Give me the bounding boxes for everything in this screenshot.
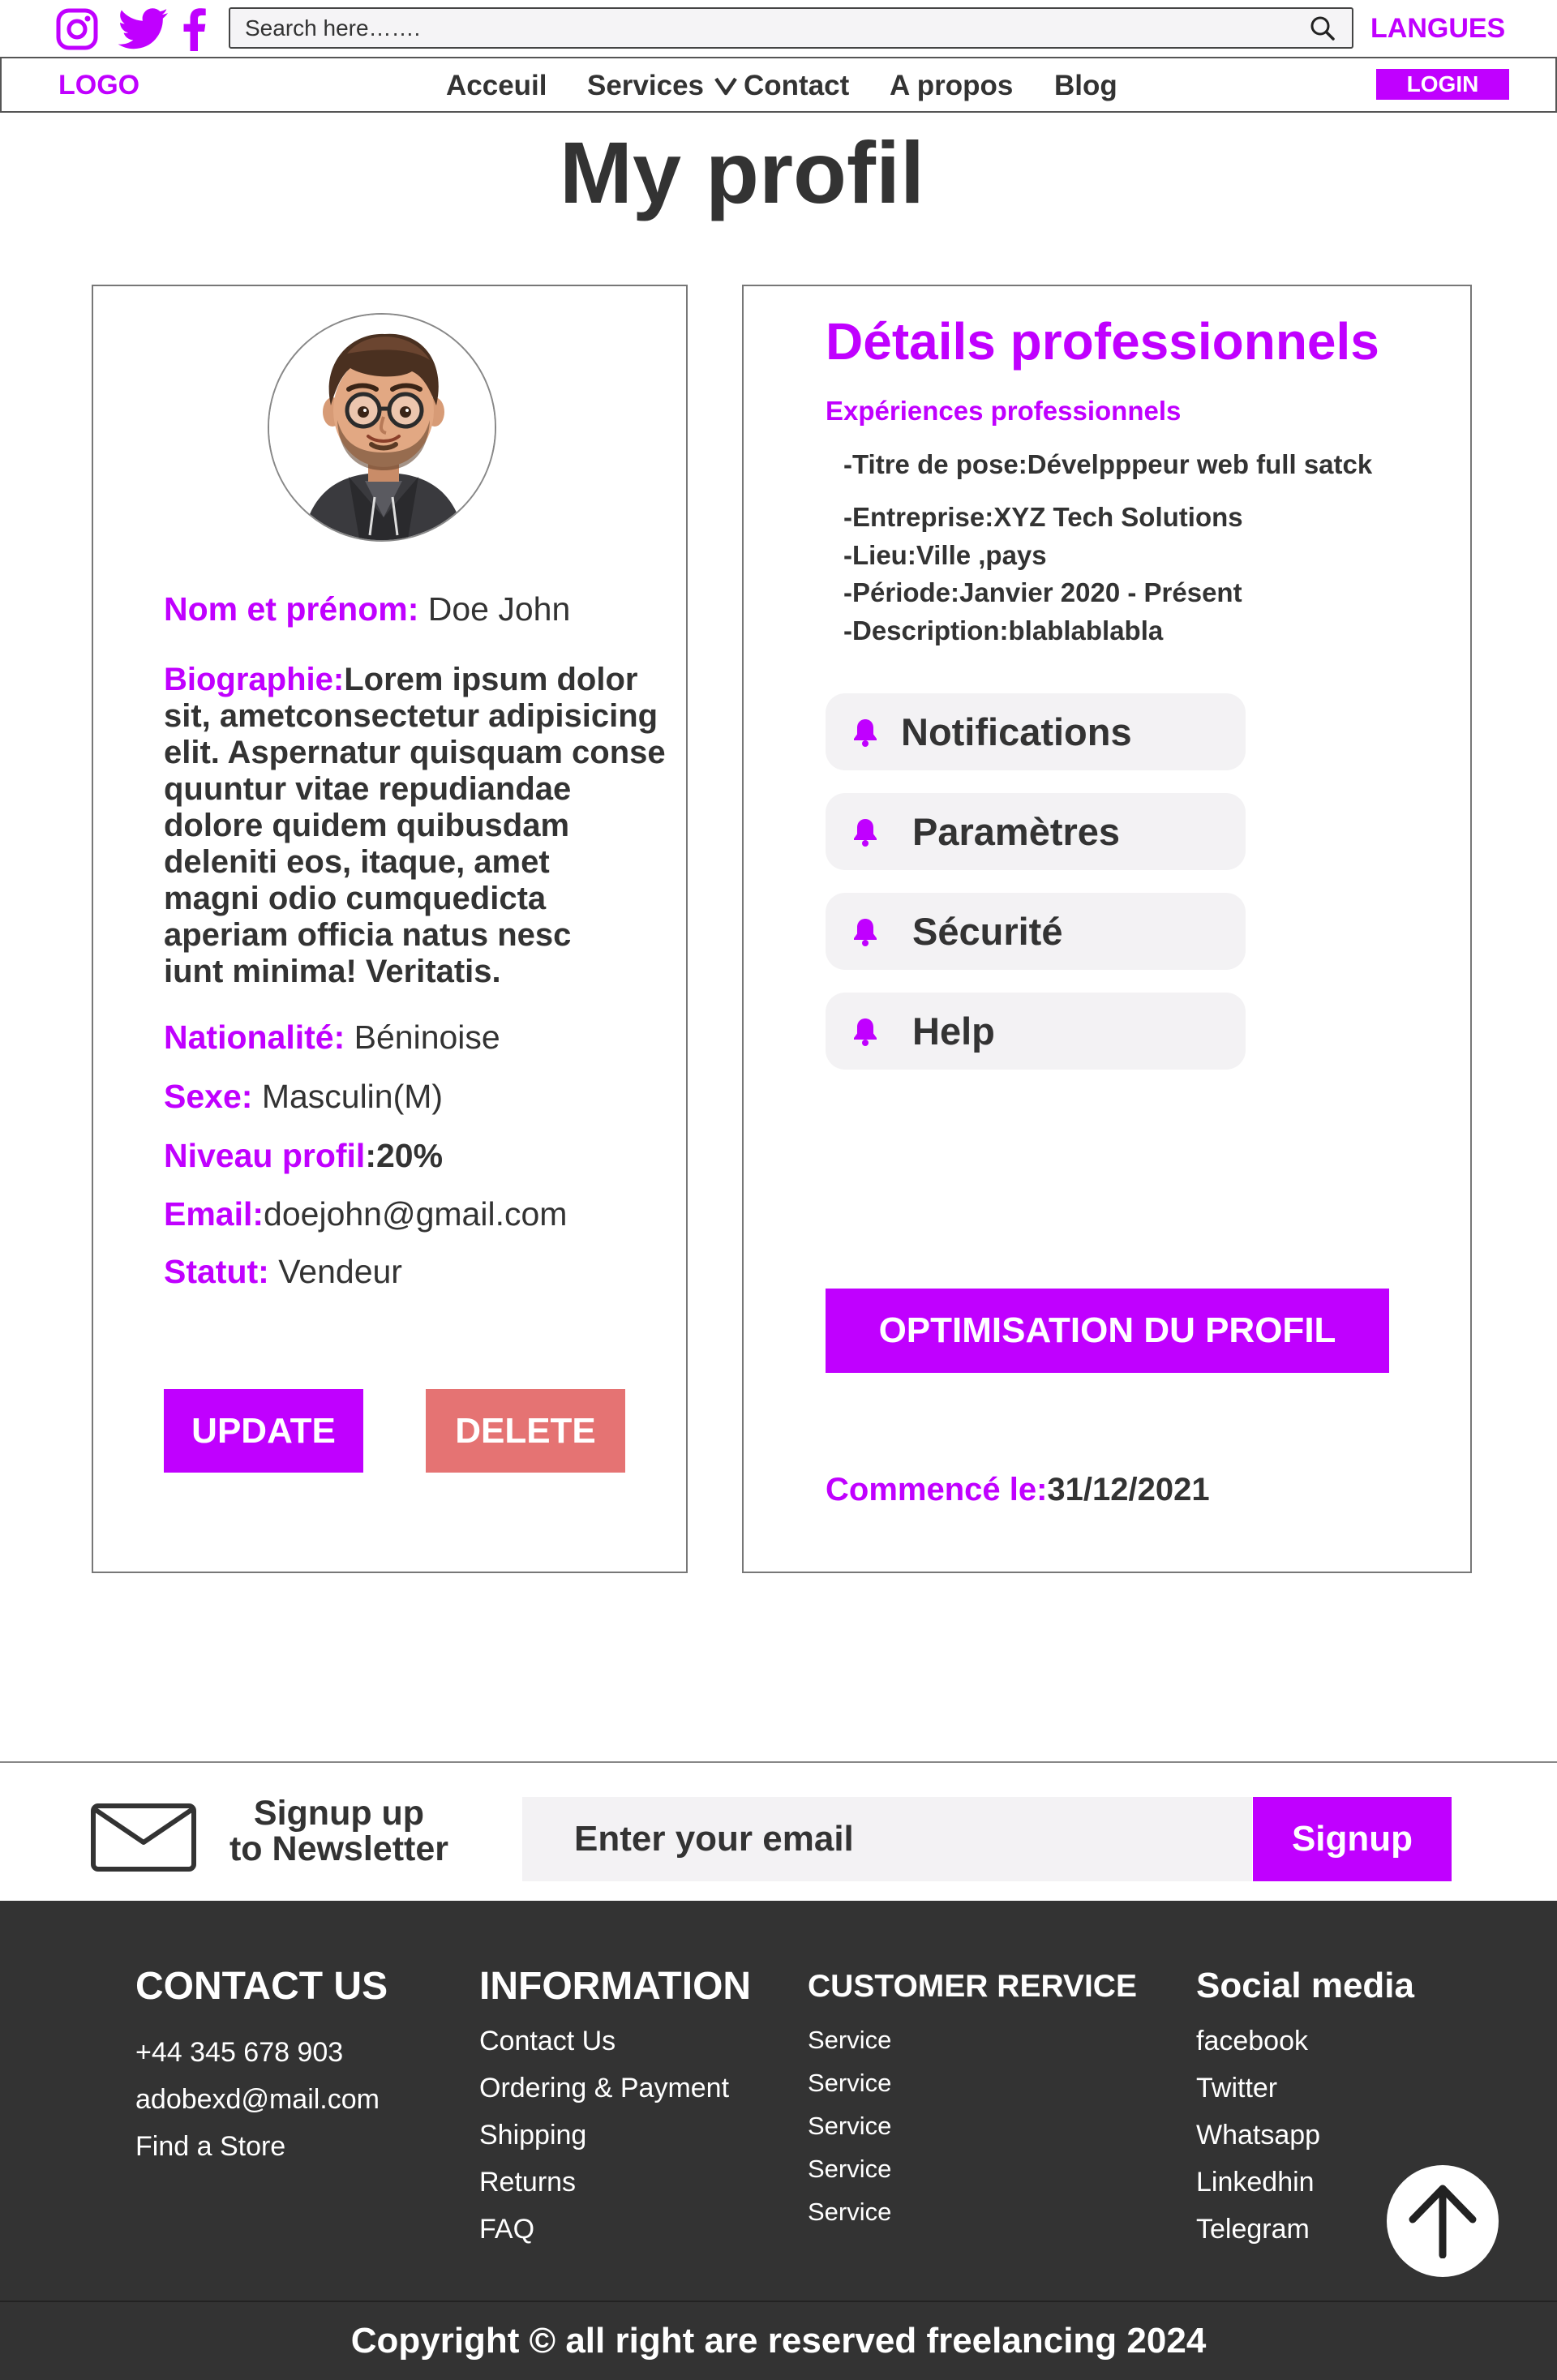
footer-service-link[interactable]: Service [808,2026,891,2055]
search-icon[interactable] [1310,15,1336,41]
bio-label: Biographie: [164,662,345,697]
sex-label: Sexe: [164,1078,253,1115]
newsletter-section: Signup up to Newsletter Signup [0,1761,1557,1901]
search-bar[interactable] [229,7,1353,49]
menu-help[interactable]: Help [826,993,1246,1070]
email-field: Email:doejohn@gmail.com [164,1195,567,1233]
footer-contact-email[interactable]: adobexd@mail.com [135,2084,380,2116]
sex-value: Masculin(M) [252,1078,444,1115]
footer-info-link[interactable]: Contact Us [479,2026,616,2057]
footer-social-link[interactable]: Whatsapp [1196,2120,1320,2151]
nav-a-propos[interactable]: A propos [890,70,1013,102]
page-title: My profil [560,123,924,221]
name-field: Nom et prénom: Doe John [164,590,570,628]
started-label: Commencé le: [826,1472,1048,1507]
experience-company-line: -Entreprise:XYZ Tech Solutions [843,502,1243,532]
footer-contact-title: CONTACT US [135,1965,388,2008]
menu-parametres[interactable]: Paramètres [826,793,1246,870]
back-to-top-button[interactable] [1387,2165,1499,2277]
envelope-icon [91,1803,196,1872]
menu-notifications-label: Notifications [901,710,1132,753]
bell-icon [850,916,881,947]
experience-title-line: -Titre de pose:Dévelpppeur web full satc… [843,449,1373,479]
footer-info-link[interactable]: FAQ [479,2214,534,2245]
sex-field: Sexe: Masculin(M) [164,1078,443,1116]
name-label: Nom et prénom: [164,590,419,628]
footer-service-link[interactable]: Service [808,2069,891,2098]
nav-services[interactable]: Services [587,70,738,104]
started-value: 31/12/2021 [1047,1472,1210,1507]
status-label: Statut: [164,1253,269,1290]
signup-button[interactable]: Signup [1253,1797,1452,1881]
menu-securite[interactable]: Sécurité [826,893,1246,970]
footer-info-link[interactable]: Shipping [479,2120,586,2151]
nav-contact[interactable]: Contact [744,70,849,102]
nationality-value: Béninoise [345,1018,500,1056]
arrow-up-icon [1406,2181,1479,2262]
nationality-label: Nationalité: [164,1018,345,1056]
footer-social-title: Social media [1196,1966,1415,2005]
search-input[interactable] [245,9,1299,47]
footer-social-link[interactable]: Telegram [1196,2214,1310,2245]
experience-period-line: -Période:Janvier 2020 - Présent [843,577,1242,607]
avatar [268,313,496,542]
logo[interactable]: LOGO [58,70,139,101]
footer-contact-phone[interactable]: +44 345 678 903 [135,2037,343,2069]
footer-social-link[interactable]: Twitter [1196,2073,1277,2104]
email-value: doejohn@gmail.com [264,1195,568,1233]
footer-service-link[interactable]: Service [808,2112,891,2141]
bell-icon [850,717,881,748]
footer-social-link[interactable]: Linkedhin [1196,2167,1315,2198]
nationality-field: Nationalité: Béninoise [164,1018,500,1057]
footer-information-title: INFORMATION [479,1965,752,2008]
nav-services-label: Services [587,70,705,101]
email-label: Email: [164,1195,264,1233]
status-value: Vendeur [268,1253,402,1290]
login-button[interactable]: LOGIN [1376,69,1509,100]
newsletter-email-input[interactable] [522,1797,1252,1881]
experience-subtitle: Expériences professionnels [826,396,1182,426]
delete-button[interactable]: DELETE [426,1389,625,1473]
bell-icon [850,817,881,847]
menu-notifications[interactable]: Notifications [826,693,1246,770]
name-value: Doe John [427,590,571,628]
footer: CONTACT US +44 345 678 903 adobexd@mail.… [0,1901,1557,2380]
optimize-profile-button[interactable]: OPTIMISATION DU PROFIL [826,1289,1389,1373]
langues-link[interactable]: LANGUES [1370,13,1505,45]
footer-service-link[interactable]: Service [808,2198,891,2227]
footer-info-link[interactable]: Returns [479,2167,576,2198]
footer-service-link[interactable]: Service [808,2155,891,2184]
professional-title: Détails professionnels [826,312,1379,371]
newsletter-title: Signup up to Newsletter [229,1794,448,1868]
status-field: Statut: Vendeur [164,1253,402,1291]
footer-social-link[interactable]: facebook [1196,2026,1308,2057]
footer-customer-title: CUSTOMER RERVICE [808,1969,1137,2004]
facebook-icon[interactable] [180,6,209,52]
started-date: Commencé le:31/12/2021 [826,1472,1210,1508]
nav-acceuil[interactable]: Acceuil [446,70,547,102]
update-button[interactable]: UPDATE [164,1389,363,1473]
footer-info-link[interactable]: Ordering & Payment [479,2073,729,2104]
instagram-icon[interactable] [54,6,101,52]
nav-blog[interactable]: Blog [1054,70,1117,102]
profile-level-label: Niveau profil [164,1137,366,1174]
menu-securite-label: Sécurité [912,910,1063,953]
experience-description-line: -Description:blablablabla [843,615,1164,645]
twitter-icon[interactable] [117,6,170,52]
biography: Biographie:Lorem ipsum dolor sit, ametco… [164,662,683,990]
bio-text: Lorem ipsum dolor sit, ametconsectetur a… [164,662,666,989]
bell-icon [850,1016,881,1047]
experience-location-line: -Lieu:Ville ,pays [843,540,1047,570]
profile-level-field: Niveau profil:20% [164,1137,443,1175]
menu-help-label: Help [912,1010,995,1053]
footer-find-store[interactable]: Find a Store [135,2131,285,2163]
chevron-down-icon [714,71,738,104]
profile-level-value: :20% [365,1137,444,1174]
copyright: Copyright © all right are reserved freel… [0,2301,1557,2380]
menu-parametres-label: Paramètres [912,810,1121,853]
navbar: LOGO Acceuil Services Contact A propos B… [0,57,1557,113]
